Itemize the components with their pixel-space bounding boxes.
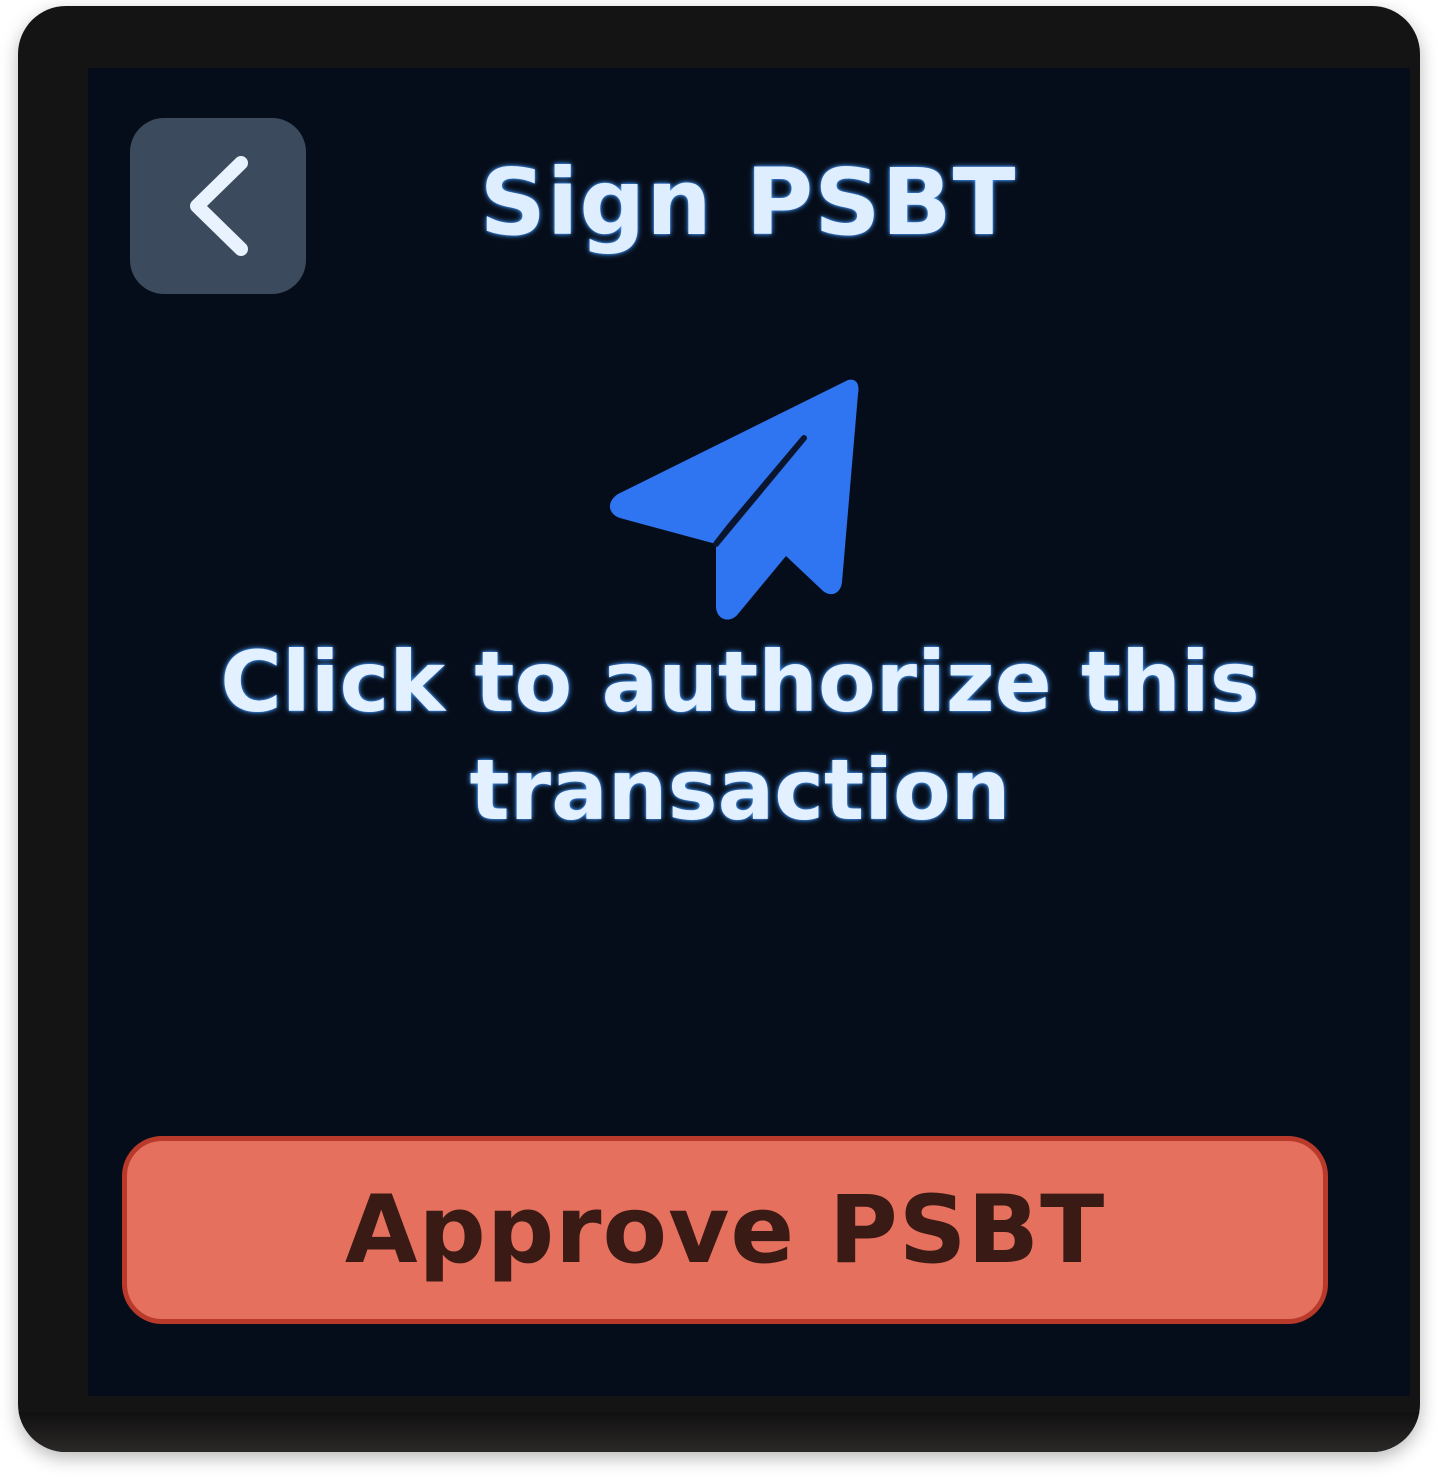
chevron-left-icon [190,156,248,256]
back-button[interactable] [130,118,306,294]
approve-button-label: Approve PSBT [344,1175,1106,1285]
device-screen: Sign PSBT Click to authorize this transa… [88,68,1410,1396]
bezel-edge [18,1412,1420,1452]
page-title: Sign PSBT [479,149,1017,256]
authorize-message: Click to authorize this transaction [220,633,1260,839]
send-icon [609,379,859,620]
approve-psbt-button[interactable]: Approve PSBT [122,1136,1328,1324]
device-frame: Sign PSBT Click to authorize this transa… [18,6,1420,1452]
